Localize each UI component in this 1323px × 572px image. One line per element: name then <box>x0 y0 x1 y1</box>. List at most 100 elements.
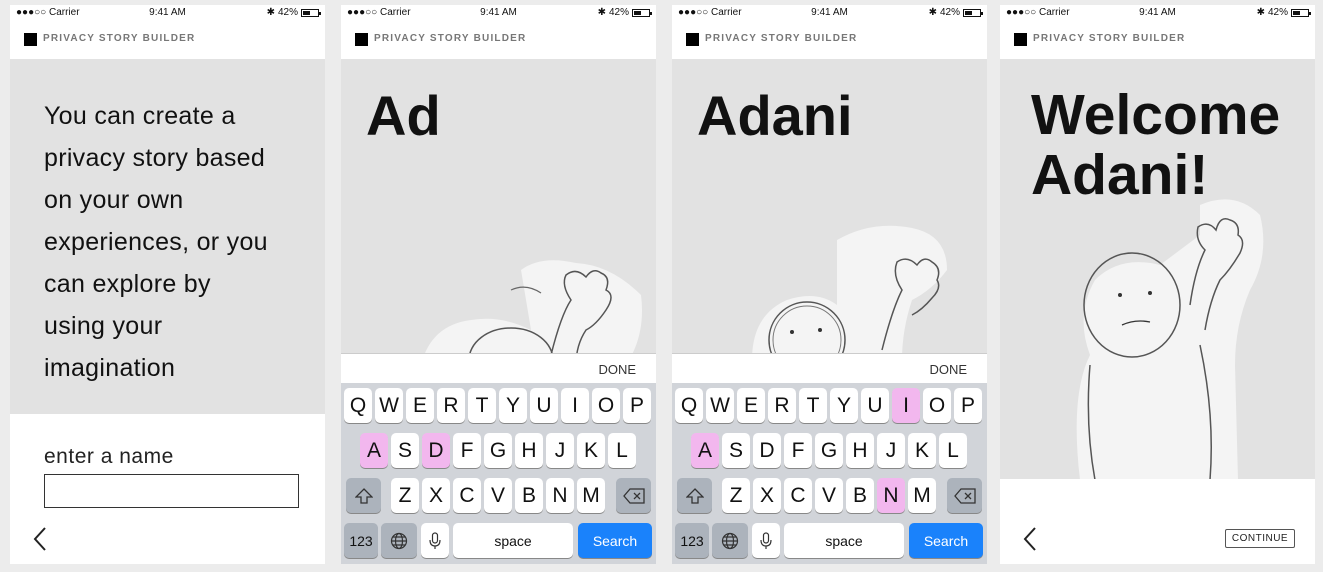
battery-icon <box>963 8 983 17</box>
key-z[interactable]: Z <box>391 478 419 513</box>
phone-screen-typing-ad: ●●●○○ Carrier 9:41 AM ✱ 42% PRIVACY STORY… <box>341 5 656 564</box>
key-p[interactable]: P <box>954 388 982 423</box>
key-g[interactable]: G <box>484 433 512 468</box>
key-s[interactable]: S <box>391 433 419 468</box>
key-l[interactable]: L <box>608 433 636 468</box>
key-r[interactable]: R <box>768 388 796 423</box>
bluetooth-icon: ✱ <box>266 7 275 18</box>
key-j[interactable]: J <box>546 433 574 468</box>
key-z[interactable]: Z <box>722 478 750 513</box>
back-chevron-icon[interactable] <box>30 525 52 553</box>
key-k[interactable]: K <box>577 433 605 468</box>
key-k[interactable]: K <box>908 433 936 468</box>
key-f[interactable]: F <box>784 433 812 468</box>
key-m[interactable]: M <box>577 478 605 513</box>
dictation-key[interactable] <box>421 523 449 558</box>
key-y[interactable]: Y <box>830 388 858 423</box>
key-w[interactable]: W <box>375 388 403 423</box>
key-h[interactable]: H <box>846 433 874 468</box>
delete-icon <box>953 487 976 504</box>
shift-icon <box>685 487 704 504</box>
intro-line: experiences, or you <box>44 228 268 256</box>
key-r[interactable]: R <box>437 388 465 423</box>
search-key[interactable]: Search <box>578 523 652 558</box>
numbers-key[interactable]: 123 <box>675 523 709 558</box>
delete-key[interactable] <box>947 478 982 513</box>
key-o[interactable]: O <box>592 388 620 423</box>
key-e[interactable]: E <box>737 388 765 423</box>
shift-key[interactable] <box>346 478 381 513</box>
app-logo <box>24 33 37 46</box>
app-logo <box>686 33 699 46</box>
app-logo <box>1014 33 1027 46</box>
typed-name: Adani <box>697 84 853 147</box>
key-n[interactable]: N <box>877 478 905 513</box>
key-f[interactable]: F <box>453 433 481 468</box>
space-key[interactable]: space <box>784 523 904 558</box>
key-w[interactable]: W <box>706 388 734 423</box>
key-g[interactable]: G <box>815 433 843 468</box>
typed-name: Ad <box>366 84 441 147</box>
key-j[interactable]: J <box>877 433 905 468</box>
intro-line: You can create a <box>44 102 236 130</box>
back-chevron-icon[interactable] <box>1020 525 1042 553</box>
key-d[interactable]: D <box>422 433 450 468</box>
app-header: PRIVACY STORY BUILDER <box>10 21 325 59</box>
key-q[interactable]: Q <box>675 388 703 423</box>
key-u[interactable]: U <box>861 388 889 423</box>
space-key[interactable]: space <box>453 523 573 558</box>
key-d[interactable]: D <box>753 433 781 468</box>
status-bar: ●●●○○ Carrier 9:41 AM ✱ 42% <box>672 5 987 21</box>
phone-screen-typing-adani: ●●●○○ Carrier 9:41 AM ✱ 42% PRIVACY STORY… <box>672 5 987 564</box>
app-title: PRIVACY STORY BUILDER <box>374 33 527 44</box>
clock: 9:41 AM <box>1139 7 1176 18</box>
key-v[interactable]: V <box>484 478 512 513</box>
key-b[interactable]: B <box>515 478 543 513</box>
dictation-key[interactable] <box>752 523 780 558</box>
globe-icon <box>390 532 408 549</box>
key-c[interactable]: C <box>453 478 481 513</box>
key-t[interactable]: T <box>468 388 496 423</box>
key-t[interactable]: T <box>799 388 827 423</box>
key-p[interactable]: P <box>623 388 651 423</box>
battery-icon <box>301 8 321 17</box>
waving-person-illustration <box>1076 199 1264 480</box>
key-y[interactable]: Y <box>499 388 527 423</box>
key-q[interactable]: Q <box>344 388 372 423</box>
status-bar: ●●●○○ Carrier 9:41 AM ✱ 42% <box>10 5 325 21</box>
key-n[interactable]: N <box>546 478 574 513</box>
key-v[interactable]: V <box>815 478 843 513</box>
battery-percent: 42% <box>939 7 960 18</box>
clock: 9:41 AM <box>811 7 848 18</box>
key-a[interactable]: A <box>360 433 388 468</box>
key-u[interactable]: U <box>530 388 558 423</box>
key-o[interactable]: O <box>923 388 951 423</box>
numbers-key[interactable]: 123 <box>344 523 378 558</box>
key-i[interactable]: I <box>561 388 589 423</box>
key-i[interactable]: I <box>892 388 920 423</box>
shift-key[interactable] <box>677 478 712 513</box>
globe-key[interactable] <box>712 523 748 558</box>
key-a[interactable]: A <box>691 433 719 468</box>
microphone-icon <box>429 531 441 549</box>
key-s[interactable]: S <box>722 433 750 468</box>
key-x[interactable]: X <box>422 478 450 513</box>
search-key[interactable]: Search <box>909 523 983 558</box>
continue-button[interactable]: CONTINUE <box>1225 529 1295 548</box>
done-button[interactable]: DONE <box>929 362 967 377</box>
carrier-label: ●●●○○ Carrier <box>347 7 411 18</box>
key-m[interactable]: M <box>908 478 936 513</box>
key-h[interactable]: H <box>515 433 543 468</box>
key-e[interactable]: E <box>406 388 434 423</box>
status-bar: ●●●○○ Carrier 9:41 AM ✱ 42% <box>1000 5 1315 21</box>
key-x[interactable]: X <box>753 478 781 513</box>
app-header: PRIVACY STORY BUILDER <box>672 21 987 59</box>
name-input[interactable] <box>44 474 299 508</box>
intro-line: can explore by <box>44 270 211 298</box>
delete-key[interactable] <box>616 478 651 513</box>
key-b[interactable]: B <box>846 478 874 513</box>
done-button[interactable]: DONE <box>598 362 636 377</box>
key-l[interactable]: L <box>939 433 967 468</box>
globe-key[interactable] <box>381 523 417 558</box>
key-c[interactable]: C <box>784 478 812 513</box>
